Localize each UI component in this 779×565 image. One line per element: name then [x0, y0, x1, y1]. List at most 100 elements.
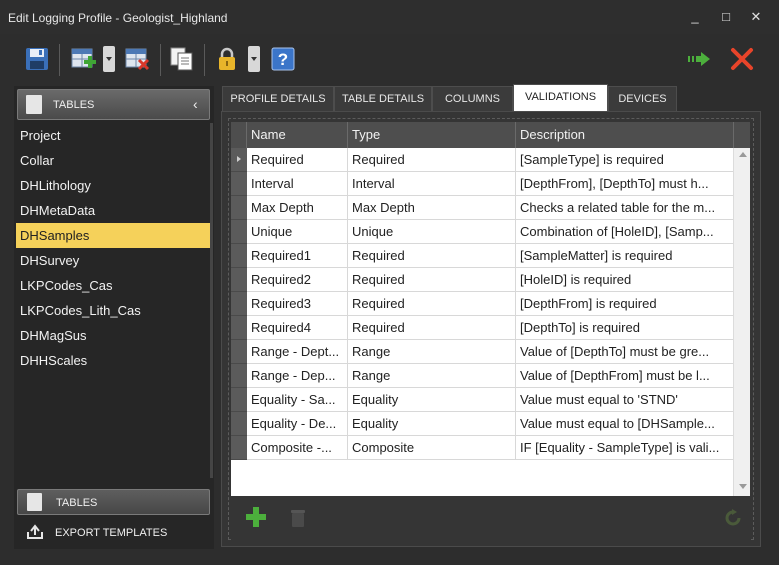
- delete-icon[interactable]: [287, 506, 309, 528]
- tab-devices[interactable]: DEVICES: [608, 86, 677, 111]
- sidebar-item-project[interactable]: Project: [16, 123, 212, 148]
- cell-type[interactable]: Range: [348, 364, 516, 388]
- cell-description[interactable]: [SampleMatter] is required: [516, 244, 734, 268]
- row-header[interactable]: [231, 388, 247, 412]
- row-header[interactable]: [231, 196, 247, 220]
- table-row[interactable]: Interval Interval [DepthFrom], [DepthTo] m…: [231, 172, 734, 196]
- sidebar-item-dhmagsus[interactable]: DHMagSus: [16, 323, 212, 348]
- add-table-icon[interactable]: [71, 46, 97, 72]
- cell-type[interactable]: Range: [348, 340, 516, 364]
- sidebar-item-dhmetadata[interactable]: DHMetaData: [16, 198, 212, 223]
- maximize-button[interactable]: □: [717, 8, 735, 26]
- cell-description[interactable]: IF [Equality - SampleType] is vali...: [516, 436, 734, 460]
- tab-columns[interactable]: COLUMNS: [432, 86, 513, 111]
- cell-type[interactable]: Required: [348, 268, 516, 292]
- row-header[interactable]: [231, 172, 247, 196]
- close-icon[interactable]: [729, 46, 755, 72]
- cell-type[interactable]: Composite: [348, 436, 516, 460]
- table-row[interactable]: Max Depth Max Depth Checks a related table…: [231, 196, 734, 220]
- column-header-type[interactable]: Type: [348, 122, 516, 148]
- delete-table-icon[interactable]: [125, 46, 151, 72]
- row-header[interactable]: [231, 364, 247, 388]
- table-row[interactable]: Unique Unique Combination of [HoleID], [Sa…: [231, 220, 734, 244]
- copy-icon[interactable]: [169, 46, 195, 72]
- tab-profile-details[interactable]: PROFILE DETAILS: [222, 86, 334, 111]
- table-row[interactable]: Required2 Required [HoleID] is required: [231, 268, 734, 292]
- column-header-description[interactable]: Description: [516, 122, 734, 148]
- cell-name[interactable]: Equality - De...: [247, 412, 348, 436]
- tab-table-details[interactable]: TABLE DETAILS: [334, 86, 432, 111]
- cell-description[interactable]: Value of [DepthTo] must be gre...: [516, 340, 734, 364]
- row-header[interactable]: [231, 148, 247, 172]
- cell-description[interactable]: Value must equal to [DHSample...: [516, 412, 734, 436]
- cell-description[interactable]: Value must equal to 'STND': [516, 388, 734, 412]
- cell-type[interactable]: Equality: [348, 412, 516, 436]
- sidebar-item-lkpcodes-lith-cas[interactable]: LKPCodes_Lith_Cas: [16, 298, 212, 323]
- nav-tables-button[interactable]: TABLES: [17, 489, 210, 515]
- row-header[interactable]: [231, 268, 247, 292]
- row-header[interactable]: [231, 316, 247, 340]
- row-header[interactable]: [231, 436, 247, 460]
- cell-type[interactable]: Equality: [348, 388, 516, 412]
- sidebar-item-dhlithology[interactable]: DHLithology: [16, 173, 212, 198]
- sidebar-item-collar[interactable]: Collar: [16, 148, 212, 173]
- sidebar-item-dhsamples[interactable]: DHSamples: [16, 223, 212, 248]
- chevron-left-icon[interactable]: ‹: [193, 96, 198, 112]
- table-row[interactable]: Range - Dept... Range Value of [DepthTo] m…: [231, 340, 734, 364]
- cell-description[interactable]: [DepthFrom] is required: [516, 292, 734, 316]
- cell-type[interactable]: Required: [348, 292, 516, 316]
- table-row[interactable]: Equality - De... Equality Value must equal…: [231, 412, 734, 436]
- cell-name[interactable]: Required1: [247, 244, 348, 268]
- grid-scrollbar[interactable]: [733, 148, 750, 496]
- cell-description[interactable]: Value of [DepthFrom] must be l...: [516, 364, 734, 388]
- table-row[interactable]: Required1 Required [SampleMatter] is requi…: [231, 244, 734, 268]
- cell-name[interactable]: Required2: [247, 268, 348, 292]
- row-header[interactable]: [231, 292, 247, 316]
- cell-name[interactable]: Range - Dept...: [247, 340, 348, 364]
- column-header-name[interactable]: Name: [247, 122, 348, 148]
- cell-type[interactable]: Required: [348, 244, 516, 268]
- table-row[interactable]: Required3 Required [DepthFrom] is required: [231, 292, 734, 316]
- cell-description[interactable]: [HoleID] is required: [516, 268, 734, 292]
- help-icon[interactable]: ?: [270, 46, 296, 72]
- sidebar-item-dhsurvey[interactable]: DHSurvey: [16, 248, 212, 273]
- cell-type[interactable]: Required: [348, 316, 516, 340]
- row-header[interactable]: [231, 220, 247, 244]
- lock-icon[interactable]: [214, 46, 240, 72]
- window-close-button[interactable]: ✕: [747, 8, 765, 26]
- add-table-dropdown[interactable]: [103, 46, 115, 72]
- scroll-down-icon[interactable]: [739, 484, 747, 489]
- table-row[interactable]: Range - Dep... Range Value of [DepthFrom] …: [231, 364, 734, 388]
- nav-export-templates-button[interactable]: EXPORT TEMPLATES: [17, 519, 210, 545]
- cell-type[interactable]: Required: [348, 148, 516, 172]
- cell-name[interactable]: Max Depth: [247, 196, 348, 220]
- cell-description[interactable]: [SampleType] is required: [516, 148, 734, 172]
- cell-description[interactable]: Checks a related table for the m...: [516, 196, 734, 220]
- cell-name[interactable]: Required: [247, 148, 348, 172]
- row-header[interactable]: [231, 340, 247, 364]
- tables-header[interactable]: TABLES ‹: [17, 89, 210, 120]
- save-icon[interactable]: [24, 46, 50, 72]
- cell-type[interactable]: Interval: [348, 172, 516, 196]
- cell-name[interactable]: Composite -...: [247, 436, 348, 460]
- cell-description[interactable]: [DepthFrom], [DepthTo] must h...: [516, 172, 734, 196]
- cell-name[interactable]: Unique: [247, 220, 348, 244]
- cell-name[interactable]: Required3: [247, 292, 348, 316]
- cell-name[interactable]: Required4: [247, 316, 348, 340]
- table-row[interactable]: Required Required [SampleType] is required: [231, 148, 734, 172]
- cell-description[interactable]: Combination of [HoleID], [Samp...: [516, 220, 734, 244]
- sidebar-item-lkpcodes-cas[interactable]: LKPCodes_Cas: [16, 273, 212, 298]
- lock-dropdown[interactable]: [248, 46, 260, 72]
- table-row[interactable]: Required4 Required [DepthTo] is required: [231, 316, 734, 340]
- scroll-up-icon[interactable]: [739, 152, 747, 157]
- add-icon[interactable]: [245, 506, 267, 528]
- table-row[interactable]: Composite -... Composite IF [Equality - Sa…: [231, 436, 734, 460]
- sidebar-item-dhhscales[interactable]: DHHScales: [16, 348, 212, 373]
- refresh-icon[interactable]: [723, 508, 745, 530]
- cell-type[interactable]: Unique: [348, 220, 516, 244]
- cell-name[interactable]: Range - Dep...: [247, 364, 348, 388]
- minimize-button[interactable]: _: [686, 8, 704, 26]
- table-row[interactable]: Equality - Sa... Equality Value must equal…: [231, 388, 734, 412]
- row-header[interactable]: [231, 412, 247, 436]
- arrow-right-icon[interactable]: [686, 46, 712, 72]
